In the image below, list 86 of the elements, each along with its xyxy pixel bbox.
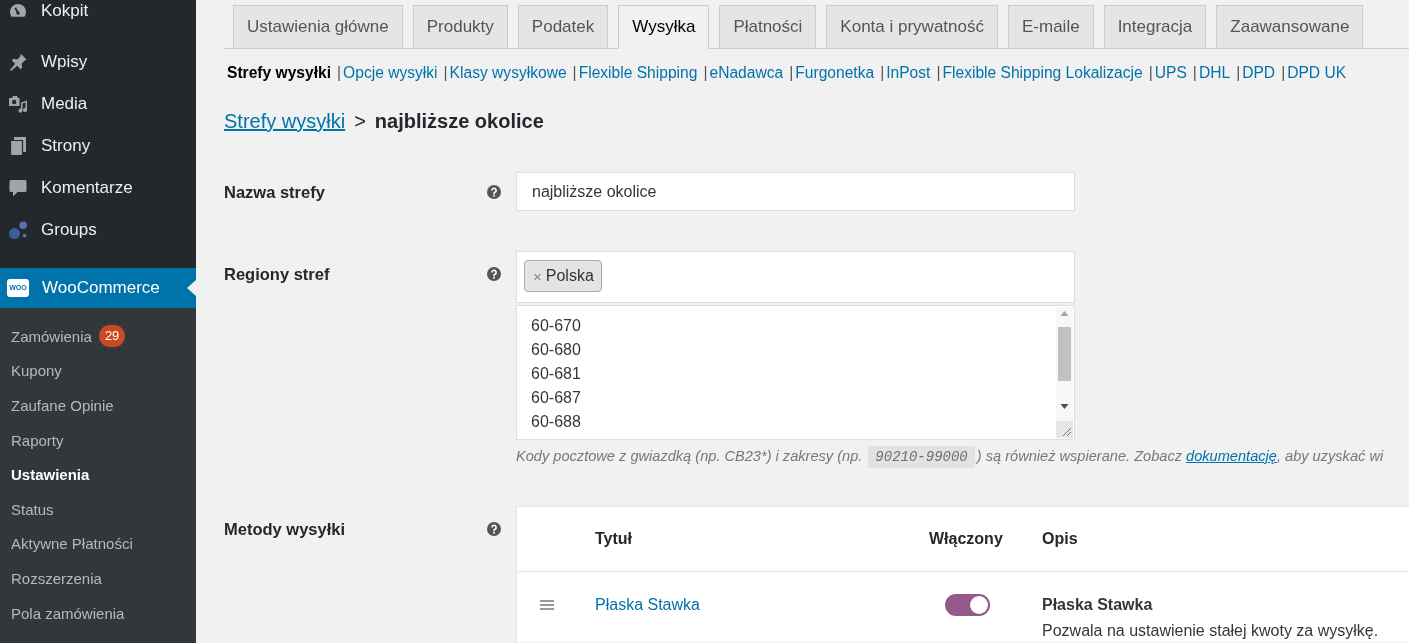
submenu-item[interactable]: Pola zamówienia — [0, 595, 196, 631]
postcode-line: 60-688 — [531, 412, 582, 432]
sidebar-menu-item[interactable]: Media — [0, 83, 196, 125]
column-header: Tytuł — [595, 530, 634, 548]
camera-and-note-icon — [8, 94, 28, 114]
link-separator: | — [789, 63, 794, 83]
section-link[interactable]: Opcje wysyłki — [343, 63, 438, 83]
code-snippet: 90210-99000 — [868, 446, 975, 468]
section-link[interactable]: Furgonetka — [795, 63, 875, 83]
sidebar-menu-item[interactable]: Wpisy — [0, 41, 196, 83]
settings-tab[interactable]: E-maile — [1008, 5, 1094, 49]
sidebar-menu-item[interactable]: Groups — [0, 209, 196, 251]
help-icon[interactable] — [487, 267, 501, 281]
link-separator: | — [443, 63, 448, 83]
section-link[interactable]: DHL — [1198, 63, 1231, 83]
link-separator: | — [572, 63, 577, 83]
link-separator: | — [1281, 63, 1286, 83]
scrollbar[interactable] — [1056, 307, 1073, 421]
section-link[interactable]: InPost — [886, 63, 931, 83]
submenu-item[interactable]: Zamówienia 29 — [0, 319, 196, 354]
region-tag[interactable]: × Polska — [524, 260, 602, 292]
section-link[interactable]: Klasy wysyłkowe — [449, 63, 567, 83]
field-label: Regiony stref — [224, 264, 331, 285]
link-separator: | — [936, 63, 941, 83]
settings-tab[interactable]: Podatek — [517, 5, 609, 49]
submenu-item[interactable]: Rozszerzenia — [0, 561, 196, 596]
section-link[interactable]: eNadawca — [709, 63, 784, 83]
settings-tab[interactable]: Zaawansowane — [1216, 5, 1364, 49]
pushpin-icon — [8, 52, 28, 72]
breadcrumb-separator: > — [354, 109, 366, 134]
sidebar-menu-item[interactable]: Kokpit — [0, 0, 196, 22]
submenu-item[interactable]: Raporty — [0, 422, 196, 458]
section-link[interactable]: DPD UK — [1287, 63, 1347, 83]
postcode-line: 60-687 — [531, 388, 582, 408]
column-header: Włączony — [929, 530, 1004, 548]
method-title-link[interactable]: Płaska Stawka — [595, 596, 700, 613]
pages-icon — [8, 136, 28, 156]
zone-name-field[interactable]: najbliższe okolice — [516, 172, 1075, 211]
sidebar-menu-item[interactable]: Strony — [0, 125, 196, 167]
settings-tab[interactable]: Integracja — [1103, 5, 1207, 49]
resize-handle-icon[interactable] — [1056, 421, 1073, 438]
section-link[interactable]: DPD — [1242, 63, 1276, 83]
settings-tab[interactable]: Produkty — [412, 5, 508, 49]
submenu-item[interactable]: Ustawienia — [0, 457, 196, 492]
section-link[interactable]: Flexible Shipping — [578, 63, 698, 83]
documentation-link[interactable]: dokumentację — [1186, 448, 1277, 464]
field-label: Metody wysyłki — [224, 519, 347, 540]
field-description: Kody pocztowe z gwiazdką (np. CB23*) i zakresy (np. 90210-99000 ) są również wspierane. Zobacz dokumentację, aby uzyskać wi — [516, 444, 1409, 469]
link-separator: | — [1236, 63, 1241, 83]
help-icon[interactable] — [487, 185, 501, 199]
tag-label: Polska — [545, 267, 594, 285]
field-label: Nazwa strefy — [224, 182, 326, 203]
section-link[interactable]: Flexible Shipping Lokalizacje — [942, 63, 1143, 83]
postcodes-field[interactable]: 60-670 60-680 60-681 60-687 60-688 — [516, 305, 1075, 440]
link-separator: | — [1192, 63, 1197, 83]
link-separator: | — [703, 63, 708, 83]
sidebar-menu-item[interactable]: Komentarze — [0, 167, 196, 209]
settings-tab[interactable]: Konta i prywatność — [826, 5, 998, 49]
method-description: Pozwala na ustawienie stałej kwoty za wysyłkę. — [1042, 621, 1380, 641]
section-link[interactable]: Strefy wysyłki — [227, 63, 332, 83]
region-select-field[interactable]: × Polska — [516, 251, 1075, 303]
count-badge: 29 — [98, 325, 126, 348]
method-description-title: Płaska Stawka — [1042, 595, 1154, 615]
column-header: Opis — [1042, 530, 1079, 548]
submenu-item[interactable]: Zaufane Opinie — [0, 388, 196, 423]
submenu-item[interactable]: Status — [0, 491, 196, 527]
toggle-switch[interactable] — [945, 594, 990, 616]
section-link[interactable]: UPS — [1154, 63, 1187, 83]
settings-tab[interactable]: Wysyłka — [618, 5, 710, 49]
link-separator: | — [1148, 63, 1153, 83]
help-icon[interactable] — [487, 522, 501, 536]
postcode-line: 60-681 — [531, 364, 582, 384]
triangle-pointer-icon — [187, 280, 196, 296]
speech-bubble-icon — [8, 178, 28, 198]
breadcrumb-link[interactable]: Strefy wysyłki — [224, 107, 346, 135]
submenu-item[interactable]: Kupony — [0, 353, 196, 389]
settings-tab[interactable]: Ustawienia główne — [233, 5, 403, 49]
postcode-line: 60-670 — [531, 316, 582, 336]
link-separator: | — [880, 63, 885, 83]
submenu-item[interactable]: Aktywne Płatności — [0, 526, 196, 562]
circles-icon — [8, 220, 28, 240]
drag-handle-icon[interactable] — [540, 600, 554, 610]
page-title: najbliższe okolice — [374, 109, 544, 134]
postcode-line: 60-680 — [531, 340, 582, 360]
settings-tab[interactable]: Płatności — [719, 5, 817, 49]
link-separator: | — [337, 63, 342, 83]
